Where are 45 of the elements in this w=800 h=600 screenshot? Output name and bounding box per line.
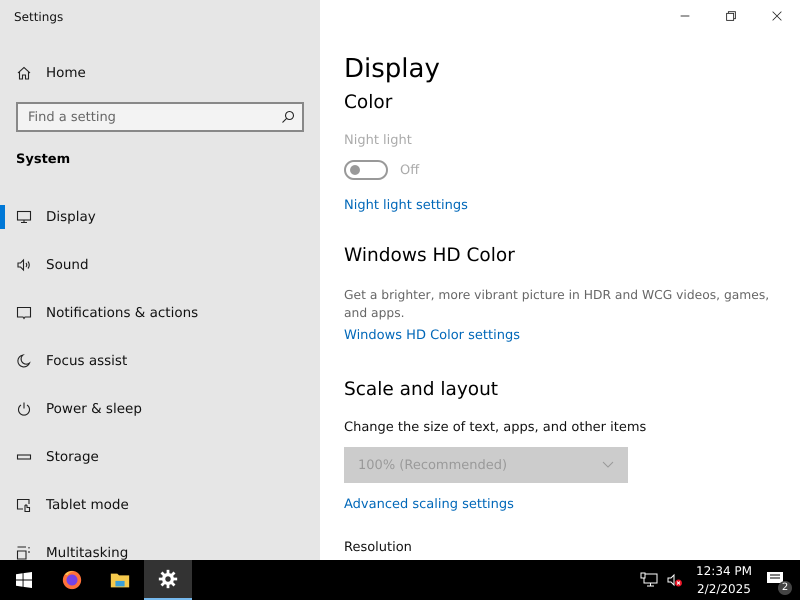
section-heading: Color (344, 92, 392, 113)
network-icon[interactable] (640, 572, 658, 588)
restore-icon (724, 9, 738, 23)
power-icon (16, 401, 32, 417)
action-center-button[interactable]: 2 (764, 565, 792, 595)
clock[interactable]: 12:34 PM 2/2/2025 (696, 562, 752, 598)
minimize-icon (678, 15, 692, 17)
tablet-hand-icon (16, 497, 32, 513)
section-heading: System (15, 151, 72, 169)
taskbar-app[interactable] (144, 560, 192, 600)
sidebar-item[interactable]: Tablet mode (0, 481, 320, 529)
speaker-icon (16, 257, 32, 273)
browser-icon (61, 569, 83, 591)
section-heading: Windows HD Color (344, 245, 515, 266)
speech-bubble-icon (16, 305, 32, 321)
close-icon (770, 9, 784, 23)
windows-stack-icon (16, 545, 32, 560)
muted-speaker-icon[interactable] (666, 572, 684, 588)
search-icon (280, 109, 296, 125)
sidebar-item[interactable]: Sound (0, 241, 320, 289)
window-title: Settings (13, 9, 64, 26)
windows-logo-icon (16, 572, 32, 588)
sidebar-item[interactable]: Notifications & actions (0, 289, 320, 337)
sidebar-item[interactable]: Storage (0, 433, 320, 481)
page-title: Display (344, 54, 440, 84)
sidebar-item[interactable]: Power & sleep (0, 385, 320, 433)
moon-icon (16, 353, 32, 369)
toggle-state: Off (400, 162, 420, 178)
description-text: Get a brighter, more vibrant picture in HDR and WCG videos, games, and apps. (344, 287, 770, 322)
settings-link[interactable]: Advanced scaling settings (344, 497, 514, 512)
setting-label: Night light (344, 133, 412, 148)
settings-link[interactable]: Night light settings (344, 198, 468, 213)
section-heading: Scale and layout (344, 379, 498, 400)
setting-label: Resolution (344, 540, 412, 555)
sidebar-item[interactable]: Display (0, 193, 320, 241)
gear-icon (157, 568, 179, 590)
notification-count: 2 (778, 581, 792, 595)
sidebar-item[interactable]: Focus assist (0, 337, 320, 385)
setting-label: Change the size of text, apps, and other items (344, 420, 646, 435)
settings-link[interactable]: Windows HD Color settings (344, 328, 520, 343)
home-icon (16, 65, 32, 81)
monitor-icon (16, 209, 32, 225)
home-link[interactable]: Home (0, 56, 320, 90)
search-field[interactable]: Find a setting (16, 102, 304, 132)
sidebar-item[interactable]: Multitasking (0, 529, 320, 560)
